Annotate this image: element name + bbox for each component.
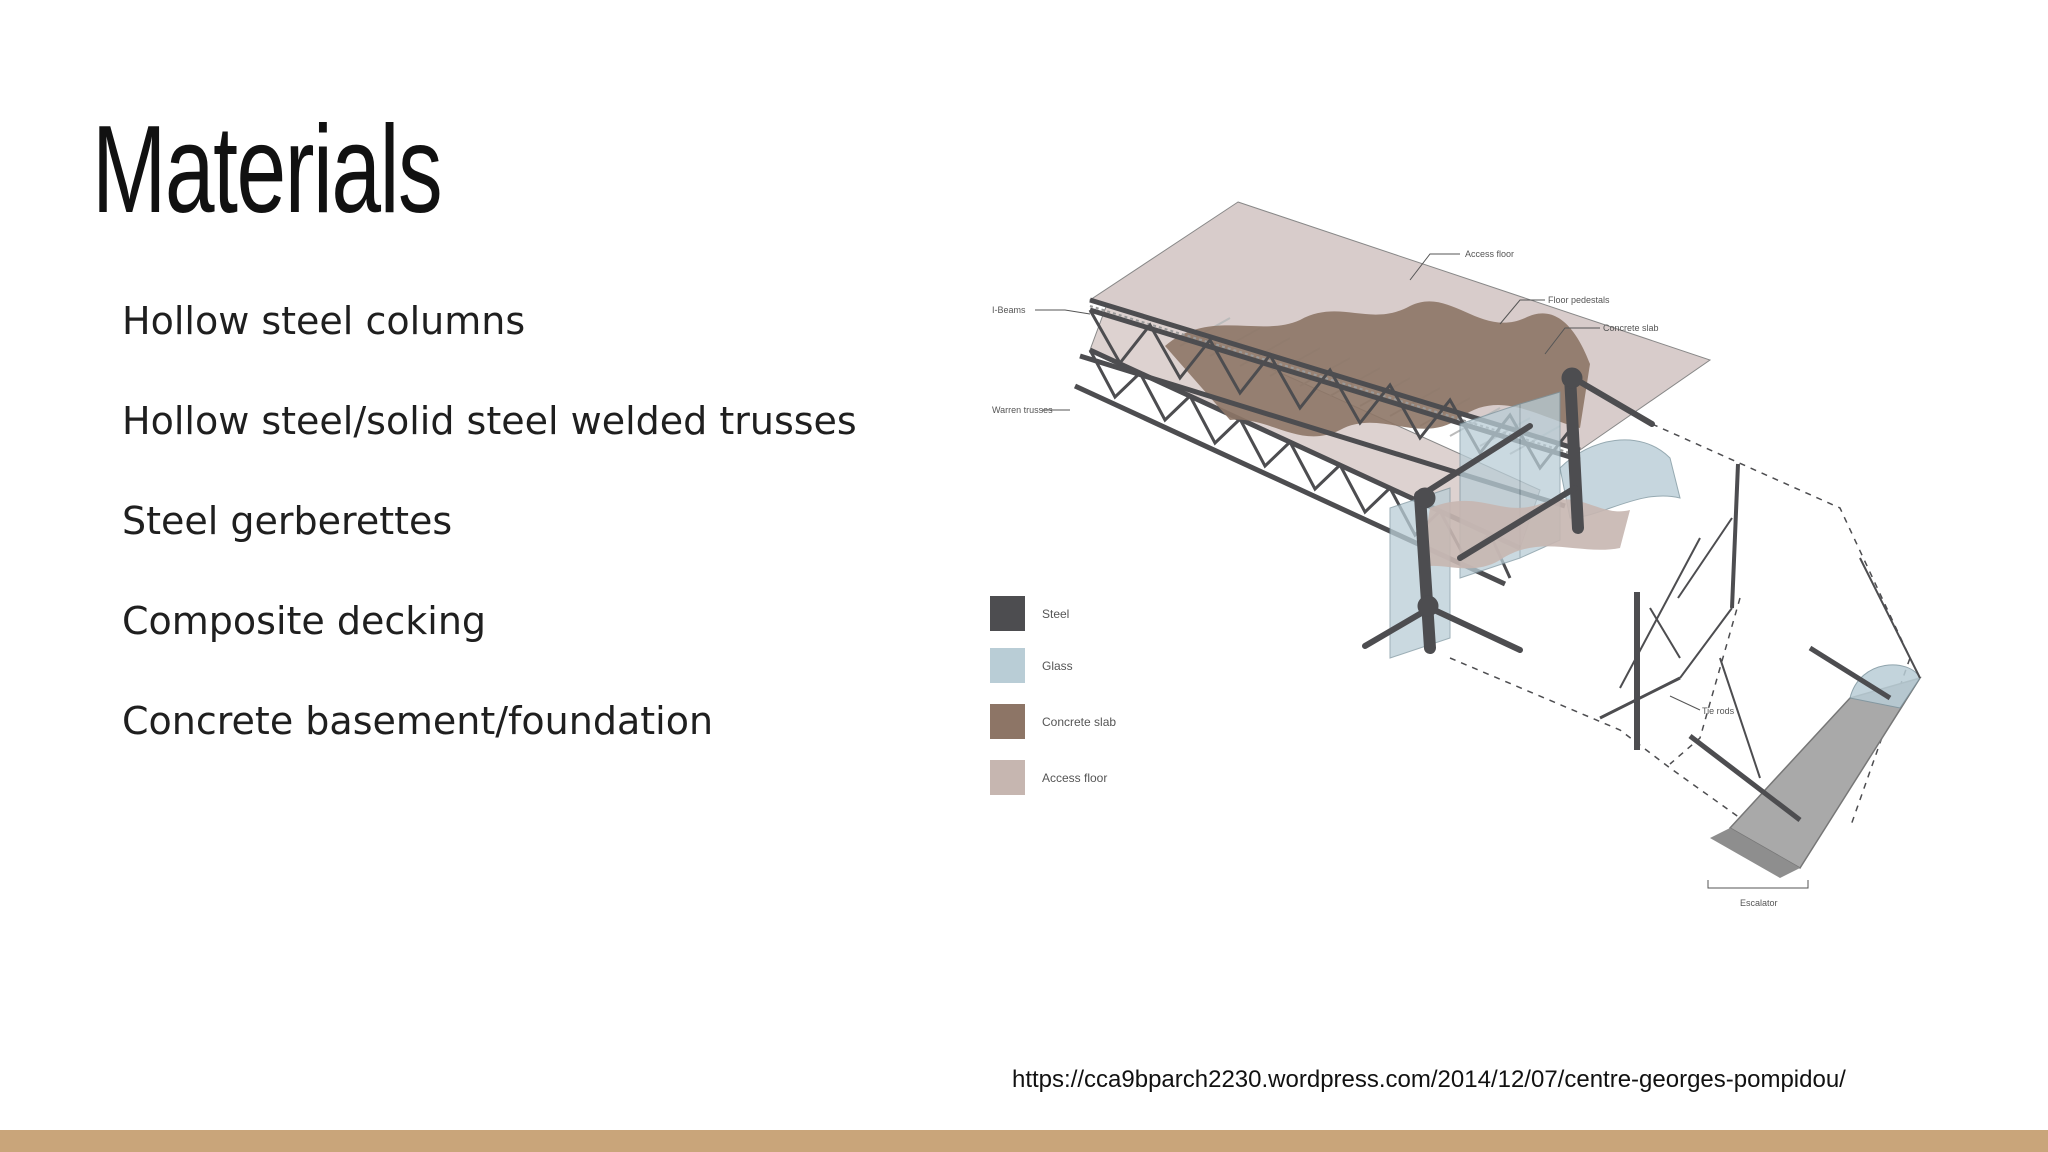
source-url: https://cca9bparch2230.wordpress.com/201… — [1012, 1066, 1846, 1093]
legend: Steel Glass Concrete slab Access floor — [990, 596, 1116, 795]
label-escalator: Escalator — [1740, 898, 1778, 908]
diagram-svg: Access floor Floor pedestals Concrete sl… — [990, 201, 1922, 908]
legend-label-glass: Glass — [1042, 659, 1073, 673]
label-access-floor: Access floor — [1465, 249, 1514, 259]
bullet-hollow-steel-columns: Hollow steel columns — [122, 299, 526, 343]
label-floor-pedestals: Floor pedestals — [1548, 295, 1610, 305]
bullet-steel-gerberettes: Steel gerberettes — [122, 499, 453, 543]
footer-bar — [0, 1130, 2048, 1152]
legend-swatch-glass — [990, 648, 1025, 683]
slide-title: Materials — [92, 101, 443, 239]
label-warren-trusses: Warren trusses — [992, 405, 1053, 415]
bullet-concrete-basement: Concrete basement/foundation — [122, 699, 714, 743]
legend-label-access-floor: Access floor — [1042, 771, 1107, 785]
materials-list: Hollow steel columns Hollow steel/solid … — [122, 296, 857, 796]
legend-label-steel: Steel — [1042, 607, 1069, 621]
concrete-slab-fragment — [1420, 499, 1630, 569]
structural-axonometric-diagram: Access floor Floor pedestals Concrete sl… — [980, 188, 1940, 928]
bullet-composite-decking: Composite decking — [122, 599, 487, 643]
legend-label-concrete-slab: Concrete slab — [1042, 715, 1116, 729]
legend-swatch-concrete-slab — [990, 704, 1025, 739]
label-i-beams: I-Beams — [992, 305, 1026, 315]
label-concrete-slab: Concrete slab — [1603, 323, 1659, 333]
bullet-welded-trusses: Hollow steel/solid steel welded trusses — [122, 399, 857, 443]
legend-swatch-steel — [990, 596, 1025, 631]
label-tie-rods: Tie rods — [1702, 706, 1735, 716]
legend-swatch-access-floor — [990, 760, 1025, 795]
